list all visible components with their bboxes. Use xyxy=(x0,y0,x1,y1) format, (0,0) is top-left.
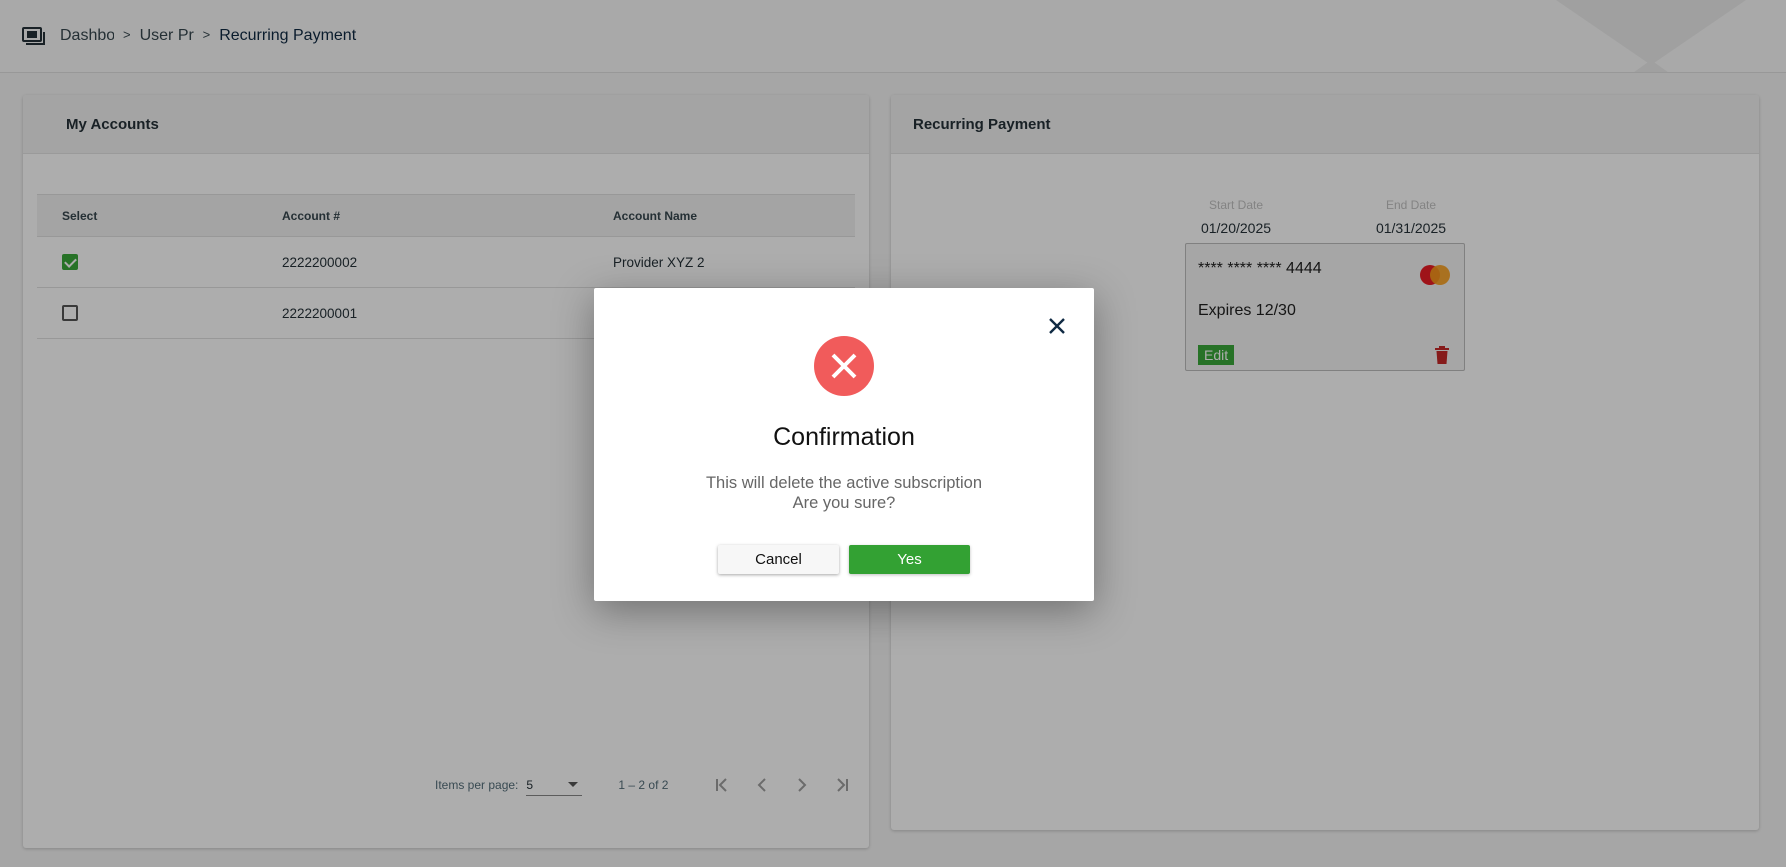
confirmation-dialog: Confirmation This will delete the active… xyxy=(594,288,1094,601)
error-icon xyxy=(814,336,874,396)
dialog-message-line: This will delete the active subscription xyxy=(705,474,983,492)
close-icon[interactable] xyxy=(1045,314,1069,338)
dialog-message: This will delete the active subscription… xyxy=(594,473,1094,513)
dialog-message-line: Are you sure? xyxy=(792,494,896,512)
yes-button[interactable]: Yes xyxy=(849,545,970,574)
cancel-button[interactable]: Cancel xyxy=(718,545,839,574)
dialog-title: Confirmation xyxy=(773,423,915,451)
